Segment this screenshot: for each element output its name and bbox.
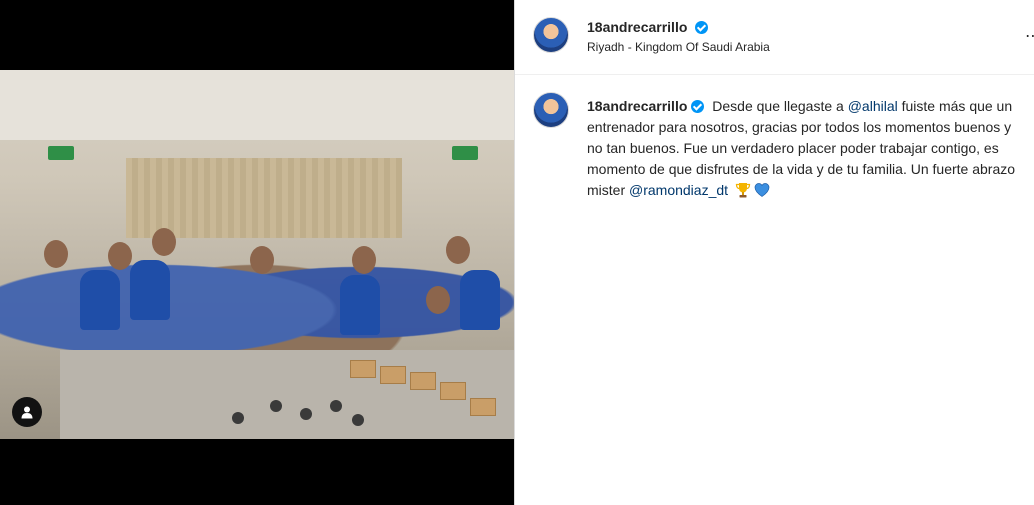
mention-ramondiaz[interactable]: @ramondiaz_dt bbox=[629, 182, 728, 198]
player-shirt bbox=[460, 270, 500, 330]
cup bbox=[232, 412, 244, 424]
player-head bbox=[44, 240, 68, 268]
player-head bbox=[250, 246, 274, 274]
verified-badge-icon bbox=[695, 21, 709, 34]
player-head bbox=[108, 242, 132, 270]
caption-username-text[interactable]: 18andrecarrillo bbox=[587, 98, 687, 114]
post-username-text[interactable]: 18andrecarrillo bbox=[587, 19, 687, 35]
post-username[interactable]: 18andrecarrillo bbox=[587, 19, 709, 35]
player-shirt bbox=[340, 275, 380, 335]
post-header: 18andrecarrillo Riyadh - Kingdom Of Saud… bbox=[515, 0, 1034, 75]
caption-avatar[interactable] bbox=[533, 92, 569, 128]
cup bbox=[300, 408, 312, 420]
player-shirt bbox=[80, 270, 120, 330]
user-tag-button[interactable] bbox=[12, 397, 42, 427]
cup bbox=[270, 400, 282, 412]
exit-sign-right bbox=[452, 146, 478, 160]
player-shirt bbox=[130, 260, 170, 320]
photo-ceiling bbox=[0, 70, 514, 140]
player-head bbox=[352, 246, 376, 274]
cup bbox=[352, 414, 364, 426]
avatar[interactable] bbox=[533, 17, 569, 53]
player-head bbox=[446, 236, 470, 264]
cup bbox=[330, 400, 342, 412]
post-caption: 18andrecarrillo Desde que llegaste a @al… bbox=[587, 96, 1027, 201]
verified-badge-icon bbox=[691, 100, 705, 113]
food-box bbox=[350, 360, 376, 378]
player-head bbox=[152, 228, 176, 256]
food-box bbox=[410, 372, 436, 390]
food-box bbox=[380, 366, 406, 384]
caption-username[interactable]: 18andrecarrillo bbox=[587, 98, 705, 114]
food-box bbox=[470, 398, 496, 416]
mention-alhilal[interactable]: @alhilal bbox=[848, 98, 898, 114]
user-tag-icon bbox=[21, 406, 33, 419]
post-location[interactable]: Riyadh - Kingdom Of Saudi Arabia bbox=[587, 40, 770, 54]
caption-text-part: Desde que llegaste a bbox=[712, 98, 848, 114]
player-head bbox=[426, 286, 450, 314]
food-box bbox=[440, 382, 466, 400]
trophy-icon bbox=[735, 183, 751, 198]
post-media[interactable] bbox=[0, 0, 514, 505]
post-sidebar: 18andrecarrillo Riyadh - Kingdom Of Saud… bbox=[514, 0, 1034, 505]
exit-sign-left bbox=[48, 146, 74, 160]
post-photo[interactable] bbox=[0, 70, 514, 439]
more-options-icon[interactable]: ⋯ bbox=[1025, 26, 1034, 46]
blue-heart-icon bbox=[754, 183, 770, 197]
